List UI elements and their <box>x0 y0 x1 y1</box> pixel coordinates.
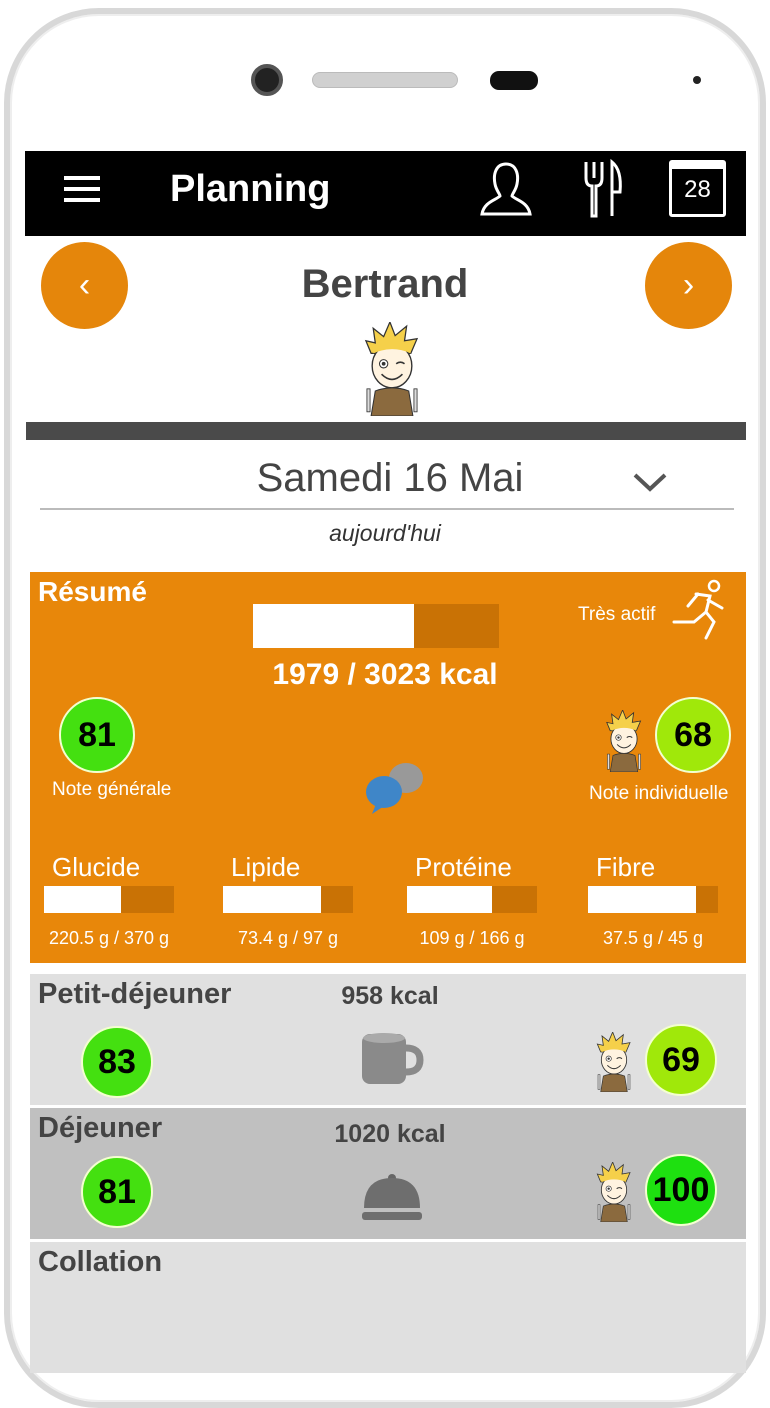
calendar-day: 28 <box>684 176 711 203</box>
macro-label: Lipide <box>231 852 301 882</box>
avatar-small <box>602 710 646 772</box>
activity-label: Très actif <box>578 604 656 625</box>
date-selector[interactable]: Samedi 16 Mai <box>40 452 734 510</box>
speaker <box>312 72 458 88</box>
page-title: Planning <box>170 168 331 210</box>
macro-progress <box>407 886 537 913</box>
chevron-down-icon <box>633 473 667 492</box>
summary-title: Résumé <box>38 576 147 607</box>
fork-knife-icon[interactable] <box>580 158 624 220</box>
calendar-icon[interactable]: 28 <box>669 160 726 217</box>
meal-name: Collation <box>38 1246 163 1278</box>
macro-progress <box>223 886 353 913</box>
macro-progress <box>44 886 174 913</box>
kcal-progress <box>253 604 499 648</box>
avatar-small <box>593 1162 635 1222</box>
kcal-text: 1979 / 3023 kcal <box>272 658 498 691</box>
general-score-label: Note générale <box>52 779 172 800</box>
avatar-small <box>593 1032 635 1092</box>
running-icon <box>672 579 724 640</box>
macro-label: Protéine <box>415 852 512 882</box>
macro-value: 109 g / 166 g <box>419 928 525 948</box>
meal-row[interactable]: Déjeuner 1020 kcal 81 100 <box>30 1108 746 1239</box>
individual-score-label: Note individuelle <box>589 783 729 804</box>
sensor <box>490 71 538 90</box>
avatar[interactable] <box>358 322 426 416</box>
macro-label: Fibre <box>596 852 656 882</box>
app-bar <box>25 151 746 236</box>
camera <box>251 64 283 96</box>
individual-score: 68 <box>655 697 731 773</box>
chat-bubbles-icon[interactable] <box>362 760 426 814</box>
meal-kcal: 1020 kcal <box>334 1120 446 1148</box>
meal-individual-score: 69 <box>645 1024 717 1096</box>
profile-name: Bertrand <box>301 262 469 306</box>
meal-row[interactable]: Collation <box>30 1242 746 1373</box>
meal-kcal: 958 kcal <box>341 982 439 1010</box>
macro-value: 37.5 g / 45 g <box>602 928 704 948</box>
meal-score: 81 <box>81 1156 153 1228</box>
macro-value: 73.4 g / 97 g <box>237 928 339 948</box>
dot-sensor <box>693 76 701 84</box>
meal-individual-score: 100 <box>645 1154 717 1226</box>
mug-icon <box>360 1030 424 1091</box>
macro-label: Glucide <box>52 852 141 882</box>
menu-icon[interactable] <box>64 176 100 202</box>
general-score: 81 <box>59 697 135 773</box>
date-sub: aujourd'hui <box>329 520 441 546</box>
meal-row[interactable]: Petit-déjeuner 958 kcal 83 69 <box>30 974 746 1105</box>
macro-progress <box>588 886 718 913</box>
cloche-icon <box>360 1168 424 1229</box>
divider <box>26 422 746 440</box>
user-icon[interactable] <box>478 160 534 218</box>
macro-value: 220.5 g / 370 g <box>48 928 170 948</box>
summary-card[interactable]: Résumé 1979 / 3023 kcal Très actif 81 No… <box>30 572 746 963</box>
meal-score: 83 <box>81 1026 153 1098</box>
